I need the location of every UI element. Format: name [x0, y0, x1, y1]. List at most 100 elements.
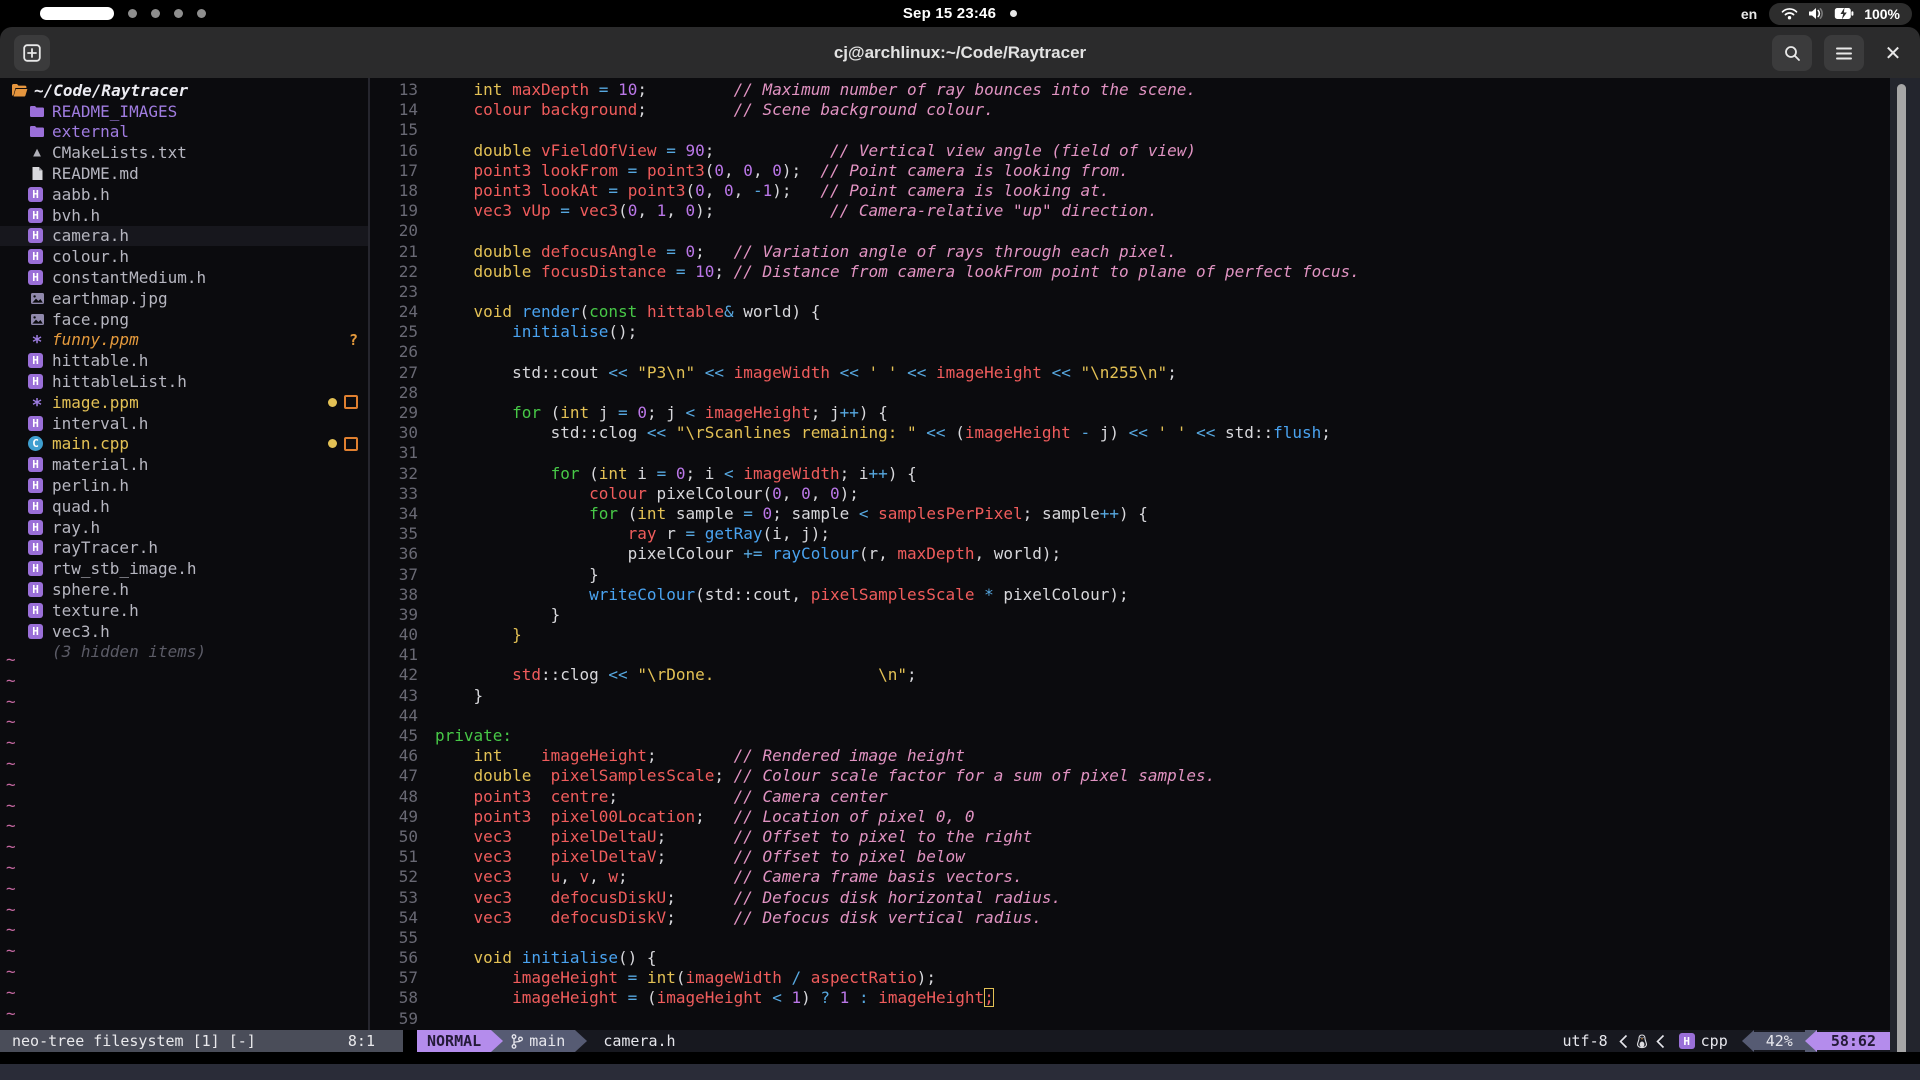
code-line-13[interactable]: 13 int maxDepth = 10; // Maximum number … — [370, 80, 1890, 100]
clock[interactable]: Sep 15 23:46 — [903, 5, 996, 22]
code-line-54[interactable]: 54 vec3 defocusDiskV; // Defocus disk ve… — [370, 908, 1890, 928]
code-line-17[interactable]: 17 point3 lookFrom = point3(0, 0, 0); //… — [370, 161, 1890, 181]
tree-item-README_IMAGES[interactable]: README_IMAGES — [0, 101, 368, 122]
menu-button[interactable] — [1824, 35, 1864, 71]
code-line-56[interactable]: 56 void initialise() { — [370, 948, 1890, 968]
tree-item-hittable.h[interactable]: Hhittable.h — [0, 350, 368, 371]
line-number: 27 — [370, 363, 418, 383]
search-button[interactable] — [1772, 35, 1812, 71]
code-line-51[interactable]: 51 vec3 pixelDeltaV; // Offset to pixel … — [370, 847, 1890, 867]
code-line-29[interactable]: 29 for (int j = 0; j < imageHeight; j++)… — [370, 403, 1890, 423]
scrollbar[interactable] — [1890, 78, 1920, 1080]
tree-item-bvh.h[interactable]: Hbvh.h — [0, 205, 368, 226]
code-line-52[interactable]: 52 vec3 u, v, w; // Camera frame basis v… — [370, 867, 1890, 887]
keyboard-layout-indicator[interactable]: en — [1741, 6, 1757, 22]
tree-item-main.cpp[interactable]: Cmain.cpp — [0, 434, 368, 455]
neo-tree-panel[interactable]: ~/Code/RaytracerREADME_IMAGESexternal▲CM… — [0, 78, 368, 1030]
code-line-41[interactable]: 41 — [370, 645, 1890, 665]
scrollbar-thumb[interactable] — [1897, 84, 1906, 1076]
line-number: 53 — [370, 888, 418, 908]
tree-item-interval.h[interactable]: Hinterval.h — [0, 413, 368, 434]
tree-item-texture.h[interactable]: Htexture.h — [0, 600, 368, 621]
tree-item-quad.h[interactable]: Hquad.h — [0, 496, 368, 517]
tree-item-(3 hidden items)[interactable]: (3 hidden items) — [0, 642, 368, 663]
tree-item-hittableList.h[interactable]: HhittableList.h — [0, 371, 368, 392]
code-line-33[interactable]: 33 colour pixelColour(0, 0, 0); — [370, 484, 1890, 504]
tree-item-sphere.h[interactable]: Hsphere.h — [0, 579, 368, 600]
code-line-47[interactable]: 47 double pixelSamplesScale; // Colour s… — [370, 766, 1890, 786]
tree-item-camera.h[interactable]: Hcamera.h — [0, 226, 368, 247]
code-line-53[interactable]: 53 vec3 defocusDiskU; // Defocus disk ho… — [370, 888, 1890, 908]
folder-open-icon — [10, 82, 28, 98]
code-line-25[interactable]: 25 initialise(); — [370, 322, 1890, 342]
code-line-44[interactable]: 44 — [370, 706, 1890, 726]
code-line-50[interactable]: 50 vec3 pixelDeltaU; // Offset to pixel … — [370, 827, 1890, 847]
code-line-19[interactable]: 19 vec3 vUp = vec3(0, 1, 0); // Camera-r… — [370, 201, 1890, 221]
tree-item-README.md[interactable]: README.md — [0, 163, 368, 184]
code-line-49[interactable]: 49 point3 pixel00Location; // Location o… — [370, 807, 1890, 827]
tree-item-aabb.h[interactable]: Haabb.h — [0, 184, 368, 205]
code-line-34[interactable]: 34 for (int sample = 0; sample < samples… — [370, 504, 1890, 524]
code-line-57[interactable]: 57 imageHeight = int(imageWidth / aspect… — [370, 968, 1890, 988]
line-number: 52 — [370, 867, 418, 887]
line-number: 43 — [370, 686, 418, 706]
code-line-43[interactable]: 43 } — [370, 686, 1890, 706]
code-line-37[interactable]: 37 } — [370, 565, 1890, 585]
tree-item-rtw_stb_image.h[interactable]: Hrtw_stb_image.h — [0, 558, 368, 579]
line-number: 40 — [370, 625, 418, 645]
code-line-27[interactable]: 27 std::cout << "P3\n" << imageWidth << … — [370, 363, 1890, 383]
code-line-55[interactable]: 55 — [370, 928, 1890, 948]
code-line-31[interactable]: 31 — [370, 443, 1890, 463]
tree-item-ray.h[interactable]: Hray.h — [0, 517, 368, 538]
line-number: 36 — [370, 544, 418, 564]
code-line-30[interactable]: 30 std::clog << "\rScanlines remaining: … — [370, 423, 1890, 443]
code-line-24[interactable]: 24 void render(const hittable& world) { — [370, 302, 1890, 322]
close-button[interactable]: ✕ — [1874, 35, 1912, 71]
code-line-21[interactable]: 21 double defocusAngle = 0; // Variation… — [370, 242, 1890, 262]
tree-item-external[interactable]: external — [0, 122, 368, 143]
tree-item-funny.ppm[interactable]: *funny.ppm? — [0, 330, 368, 351]
code-line-28[interactable]: 28 — [370, 383, 1890, 403]
tree-item-image.ppm[interactable]: *image.ppm — [0, 392, 368, 413]
line-number: 13 — [370, 80, 418, 100]
code-text: colour background; // Scene background c… — [435, 100, 994, 120]
code-line-22[interactable]: 22 double focusDistance = 10; // Distanc… — [370, 262, 1890, 282]
tree-item-CMakeLists.txt[interactable]: ▲CMakeLists.txt — [0, 142, 368, 163]
tree-item-material.h[interactable]: Hmaterial.h — [0, 454, 368, 475]
new-tab-button[interactable] — [14, 35, 50, 71]
line-number: 49 — [370, 807, 418, 827]
tree-root[interactable]: ~/Code/Raytracer — [0, 80, 368, 101]
code-line-59[interactable]: 59 — [370, 1009, 1890, 1029]
code-line-18[interactable]: 18 point3 lookAt = point3(0, 0, -1); // … — [370, 181, 1890, 201]
tree-item-perlin.h[interactable]: Hperlin.h — [0, 475, 368, 496]
tree-item-earthmap.jpg[interactable]: earthmap.jpg — [0, 288, 368, 309]
code-text: vec3 defocusDiskV; // Defocus disk verti… — [435, 908, 1042, 928]
code-line-16[interactable]: 16 double vFieldOfView = 90; // Vertical… — [370, 141, 1890, 161]
code-line-39[interactable]: 39 } — [370, 605, 1890, 625]
code-line-35[interactable]: 35 ray r = getRay(i, j); — [370, 524, 1890, 544]
code-line-36[interactable]: 36 pixelColour += rayColour(r, maxDepth,… — [370, 544, 1890, 564]
code-line-32[interactable]: 32 for (int i = 0; i < imageWidth; i++) … — [370, 464, 1890, 484]
code-line-46[interactable]: 46 int imageHeight; // Rendered image he… — [370, 746, 1890, 766]
tree-item-label: external — [52, 122, 129, 141]
code-line-23[interactable]: 23 — [370, 282, 1890, 302]
code-line-48[interactable]: 48 point3 centre; // Camera center — [370, 787, 1890, 807]
scroll-percent: 42% — [1754, 1032, 1805, 1050]
code-editor[interactable]: 13 int maxDepth = 10; // Maximum number … — [370, 78, 1890, 1030]
tree-item-rayTracer.h[interactable]: HrayTracer.h — [0, 538, 368, 559]
code-line-38[interactable]: 38 writeColour(std::cout, pixelSamplesSc… — [370, 585, 1890, 605]
code-line-45[interactable]: 45private: — [370, 726, 1890, 746]
tree-item-constantMedium.h[interactable]: HconstantMedium.h — [0, 267, 368, 288]
tree-item-vec3.h[interactable]: Hvec3.h — [0, 621, 368, 642]
tree-item-colour.h[interactable]: Hcolour.h — [0, 246, 368, 267]
code-text: point3 lookAt = point3(0, 0, -1); // Poi… — [435, 181, 1109, 201]
code-line-58[interactable]: 58 imageHeight = (imageHeight < 1) ? 1 :… — [370, 988, 1890, 1008]
system-tray[interactable]: 100% — [1769, 3, 1912, 25]
code-line-42[interactable]: 42 std::clog << "\rDone. \n"; — [370, 665, 1890, 685]
code-line-26[interactable]: 26 — [370, 342, 1890, 362]
code-line-20[interactable]: 20 — [370, 221, 1890, 241]
code-line-15[interactable]: 15 — [370, 120, 1890, 140]
tree-item-face.png[interactable]: face.png — [0, 309, 368, 330]
code-line-40[interactable]: 40 } — [370, 625, 1890, 645]
code-line-14[interactable]: 14 colour background; // Scene backgroun… — [370, 100, 1890, 120]
